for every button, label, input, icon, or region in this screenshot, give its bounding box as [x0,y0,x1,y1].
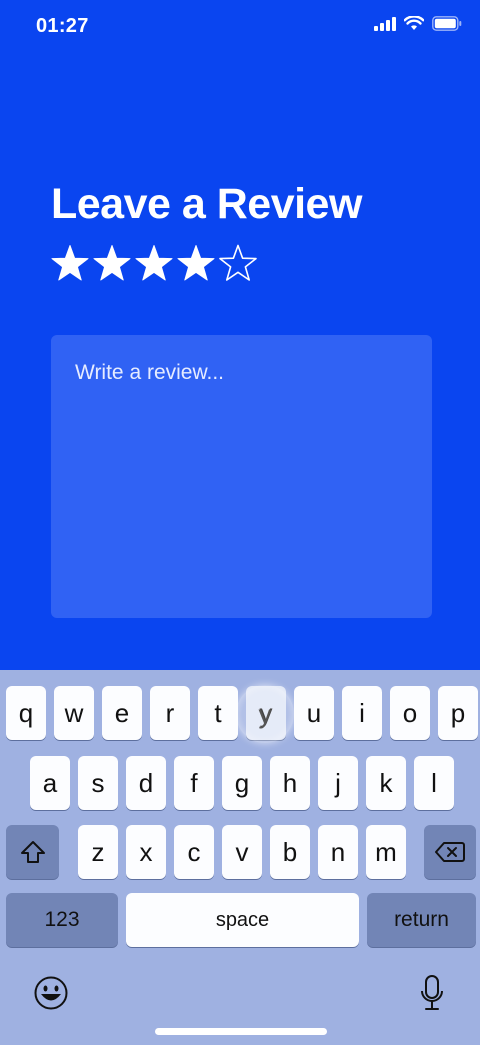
key-label: e [114,697,130,728]
key-label: q [18,697,34,728]
key-v[interactable]: v [222,825,262,879]
status-time: 01:27 [36,15,89,37]
key-e[interactable]: e [102,686,142,740]
cellular-signal-icon [374,16,396,31]
key-label: g [234,767,250,798]
key-t[interactable]: t [198,686,238,740]
page-title: Leave a Review [51,180,362,228]
star-filled-icon-3[interactable] [135,243,173,283]
star-empty-icon-5[interactable] [219,243,257,283]
star-filled-icon-2[interactable] [93,243,131,283]
key-d[interactable]: d [126,756,166,810]
key-o[interactable]: o [390,686,430,740]
key-label: s [91,767,105,798]
key-q[interactable]: q [6,686,46,740]
key-p[interactable]: p [438,686,478,740]
space-key-label: space [215,908,270,931]
emoji-icon[interactable] [33,975,69,1011]
key-w[interactable]: w [54,686,94,740]
key-f[interactable]: f [174,756,214,810]
key-label: w [64,697,84,728]
wifi-icon [404,16,424,30]
key-s[interactable]: s [78,756,118,810]
home-indicator [155,1028,327,1035]
key-label: j [335,767,341,798]
key-k[interactable]: k [366,756,406,810]
keyboard: 123 space return qwe r t y u i o p a s d f g h j k l z x c v… [0,670,480,1045]
key-label: i [359,697,365,728]
key-label: h [282,767,298,798]
key-label: b [282,836,298,867]
key-a[interactable]: a [30,756,70,810]
numbers-key-label: 123 [44,908,80,931]
status-icons [374,16,462,31]
key-n[interactable]: n [318,825,358,879]
delete-key[interactable] [424,825,476,879]
key-label: v [235,836,249,867]
key-label: o [402,697,418,728]
review-input[interactable] [51,335,432,618]
battery-icon [432,16,462,31]
key-label: d [138,767,154,798]
delete-icon [435,842,465,862]
shift-key[interactable] [6,825,59,879]
key-l[interactable]: l [414,756,454,810]
key-y[interactable]: y [246,686,286,740]
key-u[interactable]: u [294,686,334,740]
key-label: r [165,697,175,728]
key-label: c [187,836,201,867]
numbers-key[interactable]: 123 [6,893,118,947]
key-label: a [42,767,58,798]
key-z[interactable]: z [78,825,118,879]
space-key[interactable]: space [126,893,359,947]
key-label: u [306,697,322,728]
key-label: l [431,767,437,798]
key-c[interactable]: c [174,825,214,879]
key-b[interactable]: b [270,825,310,879]
key-r[interactable]: r [150,686,190,740]
key-label: n [330,836,346,867]
return-key[interactable]: return [367,893,476,947]
key-label: p [450,697,466,728]
key-label: f [190,767,198,798]
star-filled-icon-4[interactable] [177,243,215,283]
status-bar: 01:27 [0,0,480,54]
star-rating[interactable] [51,243,257,283]
key-g[interactable]: g [222,756,262,810]
key-m[interactable]: m [366,825,406,879]
key-label: y [259,697,273,728]
return-key-label: return [394,908,449,931]
microphone-icon[interactable] [420,975,444,1013]
key-h[interactable]: h [270,756,310,810]
shift-icon [20,841,45,863]
key-label: k [379,767,393,798]
key-label: m [375,836,397,867]
key-x[interactable]: x [126,825,166,879]
key-j[interactable]: j [318,756,358,810]
star-filled-icon-1[interactable] [51,243,89,283]
key-label: z [91,836,105,867]
key-label: x [139,836,153,867]
key-label: t [214,697,222,728]
key-i[interactable]: i [342,686,382,740]
